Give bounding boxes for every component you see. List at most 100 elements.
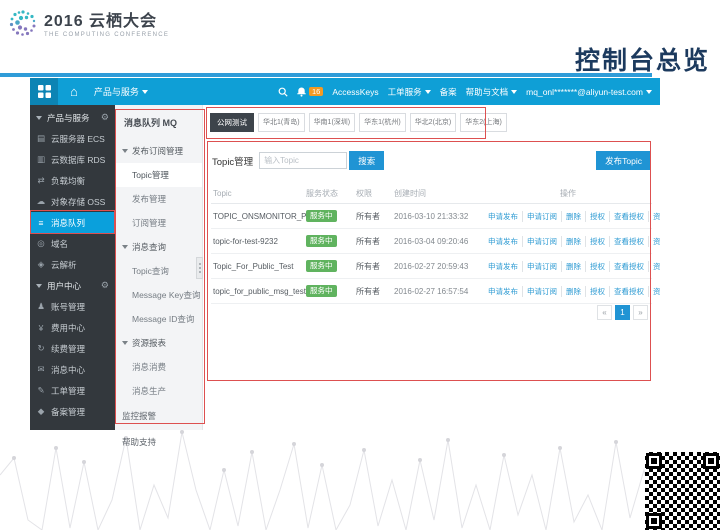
console-topnav: ⌂ 产品与服务 16 AccessKeys bbox=[30, 78, 660, 105]
sidebar-item-domain[interactable]: ◎ 域名 bbox=[30, 233, 115, 254]
menu-collapse-handle[interactable] bbox=[196, 257, 203, 279]
action-delete[interactable]: 删除 bbox=[562, 236, 586, 247]
products-services-menu[interactable]: 产品与服务 bbox=[94, 85, 148, 98]
menu-item-help-support[interactable]: 帮助支持 bbox=[115, 429, 202, 455]
renew-icon: ↻ bbox=[36, 343, 46, 354]
account-menu[interactable]: mq_onl*******@aliyun-test.com bbox=[526, 87, 652, 97]
action-resource-report[interactable]: 资源报表 bbox=[649, 261, 660, 272]
status-cell: 服务中 bbox=[306, 235, 356, 247]
gear-icon[interactable]: ⚙ bbox=[101, 112, 109, 123]
server-icon: ▤ bbox=[36, 133, 46, 144]
action-delete[interactable]: 删除 bbox=[562, 211, 586, 222]
action-view-auth[interactable]: 查看授权 bbox=[610, 211, 649, 222]
dns-icon: ◈ bbox=[36, 259, 46, 270]
action-authorize[interactable]: 授权 bbox=[586, 236, 610, 247]
page-prev-button[interactable]: « bbox=[597, 305, 612, 320]
sidebar-item-renewal[interactable]: ↻ 续费管理 bbox=[30, 338, 115, 359]
account-label: mq_onl*******@aliyun-test.com bbox=[526, 87, 643, 97]
tab-public-test[interactable]: 公网测试 bbox=[210, 113, 254, 132]
menu-item-topic-manage[interactable]: Topic管理 bbox=[115, 163, 202, 187]
storage-cloud-icon: ☁ bbox=[36, 196, 46, 207]
tab-east2-shanghai[interactable]: 华东2(上海) bbox=[460, 113, 507, 132]
sidebar-item-billing[interactable]: ¥ 费用中心 bbox=[30, 317, 115, 338]
action-apply-subscribe[interactable]: 申请订阅 bbox=[523, 261, 562, 272]
menu-item-msg-produce[interactable]: 消息生产 bbox=[115, 379, 202, 403]
search-icon[interactable] bbox=[278, 87, 288, 97]
logo-text: 2016 云栖大会 THE COMPUTING CONFERENCE bbox=[44, 7, 169, 38]
grid-icon bbox=[38, 85, 51, 98]
sidebar-item-rds[interactable]: ▥ 云数据库 RDS bbox=[30, 149, 115, 170]
sidebar-item-tickets[interactable]: ✎ 工单管理 bbox=[30, 380, 115, 401]
search-button[interactable]: 搜索 bbox=[349, 151, 384, 170]
tab-north1-qingdao[interactable]: 华北1(青岛) bbox=[258, 113, 305, 132]
menu-section-query[interactable]: 消息查询 bbox=[115, 235, 202, 259]
notifications[interactable]: 16 bbox=[297, 87, 323, 97]
menu-item-subscribe-manage[interactable]: 订阅管理 bbox=[115, 211, 202, 235]
home-icon[interactable]: ⌂ bbox=[70, 85, 78, 98]
topic-search-input[interactable] bbox=[259, 152, 347, 169]
qr-finder-pattern bbox=[703, 453, 719, 469]
col-topic: Topic bbox=[211, 189, 306, 198]
tab-south1-shenzhen[interactable]: 华南1(深圳) bbox=[309, 113, 356, 132]
help-docs-menu[interactable]: 帮助与文档 bbox=[466, 86, 518, 98]
action-resource-report[interactable]: 资源报表 bbox=[649, 286, 660, 297]
sidebar-header-products[interactable]: 产品与服务 ⚙ bbox=[30, 107, 115, 128]
tab-east1-hangzhou[interactable]: 华东1(杭州) bbox=[359, 113, 406, 132]
publish-topic-button[interactable]: 发布Topic bbox=[596, 151, 651, 170]
gear-icon[interactable]: ⚙ bbox=[101, 280, 109, 291]
action-authorize[interactable]: 授权 bbox=[586, 286, 610, 297]
menu-item-topic-query[interactable]: Topic查询 bbox=[115, 259, 202, 283]
action-apply-subscribe[interactable]: 申请订阅 bbox=[523, 286, 562, 297]
menu-item-message-key-query[interactable]: Message Key查询 bbox=[115, 283, 202, 307]
action-view-auth[interactable]: 查看授权 bbox=[610, 261, 649, 272]
action-apply-subscribe[interactable]: 申请订阅 bbox=[523, 236, 562, 247]
action-delete[interactable]: 删除 bbox=[562, 261, 586, 272]
caret-down-icon bbox=[425, 90, 431, 94]
action-authorize[interactable]: 授权 bbox=[586, 211, 610, 222]
caret-down-icon bbox=[511, 90, 517, 94]
tab-north2-beijing[interactable]: 华北2(北京) bbox=[410, 113, 457, 132]
sidebar-item-label: 费用中心 bbox=[51, 322, 85, 334]
action-view-auth[interactable]: 查看授权 bbox=[610, 286, 649, 297]
status-cell: 服务中 bbox=[306, 285, 356, 297]
menu-item-monitor-alarm[interactable]: 监控报警 bbox=[115, 403, 202, 429]
action-delete[interactable]: 删除 bbox=[562, 286, 586, 297]
menu-item-publish-manage[interactable]: 发布管理 bbox=[115, 187, 202, 211]
sidebar-item-label: 云服务器 ECS bbox=[51, 133, 105, 145]
sidebar-item-mq[interactable]: ≡ 消息队列 bbox=[30, 212, 115, 233]
beian-link[interactable]: 备案 bbox=[440, 86, 457, 98]
aliyun-logo-tile[interactable] bbox=[30, 78, 58, 105]
action-apply-publish[interactable]: 申请发布 bbox=[484, 261, 523, 272]
row-actions: 申请发布 申请订阅 删除 授权 查看授权 资源报表 bbox=[484, 286, 660, 297]
sidebar-header-user-center[interactable]: 用户中心 ⚙ bbox=[30, 275, 115, 296]
menu-item-message-id-query[interactable]: Message ID查询 bbox=[115, 307, 202, 331]
action-apply-publish[interactable]: 申请发布 bbox=[484, 236, 523, 247]
action-resource-report[interactable]: 资源报表 bbox=[649, 236, 660, 247]
sidebar-item-dns[interactable]: ◈ 云解析 bbox=[30, 254, 115, 275]
page-1-button[interactable]: 1 bbox=[615, 305, 630, 320]
action-apply-subscribe[interactable]: 申请订阅 bbox=[523, 211, 562, 222]
page-next-button[interactable]: » bbox=[633, 305, 648, 320]
status-badge: 服务中 bbox=[306, 235, 337, 247]
caret-down-icon bbox=[122, 149, 128, 153]
action-apply-publish[interactable]: 申请发布 bbox=[484, 286, 523, 297]
sidebar-item-slb[interactable]: ⇄ 负载均衡 bbox=[30, 170, 115, 191]
sidebar-item-oss[interactable]: ☁ 对象存储 OSS bbox=[30, 191, 115, 212]
action-view-auth[interactable]: 查看授权 bbox=[610, 236, 649, 247]
sidebar-item-beian[interactable]: ◆ 备案管理 bbox=[30, 401, 115, 422]
sidebar-item-account[interactable]: ♟ 账号管理 bbox=[30, 296, 115, 317]
ticket-service-menu[interactable]: 工单服务 bbox=[388, 86, 431, 98]
menu-section-pubsub[interactable]: 发布订阅管理 bbox=[115, 139, 202, 163]
yuan-icon: ¥ bbox=[36, 323, 46, 333]
menu-section-reports[interactable]: 资源报表 bbox=[115, 331, 202, 355]
sidebar-item-message-center[interactable]: ✉ 消息中心 bbox=[30, 359, 115, 380]
action-authorize[interactable]: 授权 bbox=[586, 261, 610, 272]
menu-item-msg-consume[interactable]: 消息消费 bbox=[115, 355, 202, 379]
qr-finder-pattern bbox=[646, 453, 662, 469]
status-cell: 服务中 bbox=[306, 210, 356, 222]
accesskeys-link[interactable]: AccessKeys bbox=[332, 87, 378, 97]
product-sidebar: 产品与服务 ⚙ ▤ 云服务器 ECS ▥ 云数据库 RDS ⇄ 负载均衡 ☁ bbox=[30, 105, 115, 430]
sidebar-item-ecs[interactable]: ▤ 云服务器 ECS bbox=[30, 128, 115, 149]
action-apply-publish[interactable]: 申请发布 bbox=[484, 211, 523, 222]
action-resource-report[interactable]: 资源报表 bbox=[649, 211, 660, 222]
